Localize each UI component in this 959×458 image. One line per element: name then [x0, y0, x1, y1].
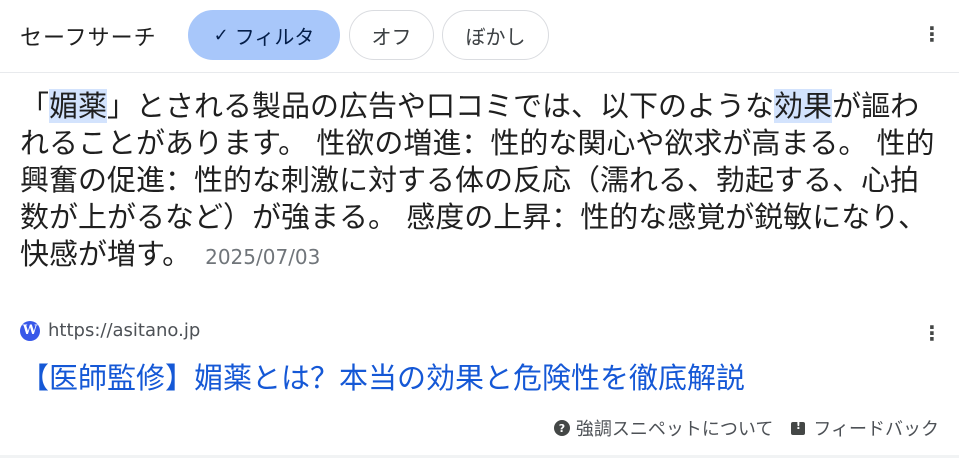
result-url[interactable]: https://asitano.jp — [48, 320, 200, 341]
snippet-text-part: 「 — [20, 89, 50, 123]
result-title-link[interactable]: 【医師監修】媚薬とは？本当の効果と危険性を徹底解説 — [20, 355, 745, 397]
safesearch-bar: セーフサーチ ✓ フィルタ オフ ぼかし ⋮ — [0, 0, 959, 73]
about-snippet-label: 強調スニペットについて — [575, 419, 774, 440]
snippet-date: 2025/07/03 — [205, 245, 321, 269]
featured-snippet-text: 「媚薬」とされる製品の広告や口コミでは、以下のような効果が謳われることがあります… — [20, 88, 940, 276]
filter-chip-label: フィルタ — [234, 24, 315, 49]
help-icon: ? — [553, 420, 570, 436]
snippet-text-part: 」とされる製品の広告や口コミでは、以下のような — [107, 89, 775, 123]
blur-chip-label: ぼかし — [465, 24, 526, 49]
feedback-link[interactable]: フィードバック — [791, 415, 939, 441]
feedback-icon — [791, 419, 806, 435]
safesearch-menu-icon[interactable]: ⋮ — [920, 22, 944, 46]
feedback-label: フィードバック — [813, 419, 939, 440]
snippet-highlight: 効果 — [774, 89, 833, 123]
about-snippet-link[interactable]: ? 強調スニペットについて — [553, 415, 774, 441]
snippet-highlight: 媚薬 — [49, 89, 108, 123]
snippet-footer: ? 強調スニペットについて フィードバック — [553, 415, 939, 441]
wordpress-icon: W — [20, 320, 40, 341]
safesearch-label: セーフサーチ — [20, 26, 157, 51]
result-source[interactable]: W https://asitano.jp — [20, 320, 200, 341]
off-chip-label: オフ — [371, 24, 412, 49]
check-icon: ✓ — [213, 24, 229, 46]
filter-chip[interactable]: ✓ フィルタ — [188, 10, 340, 60]
blur-chip[interactable]: ぼかし — [442, 10, 549, 60]
result-menu-icon[interactable]: ⋮ — [920, 321, 944, 345]
off-chip[interactable]: オフ — [349, 10, 434, 60]
